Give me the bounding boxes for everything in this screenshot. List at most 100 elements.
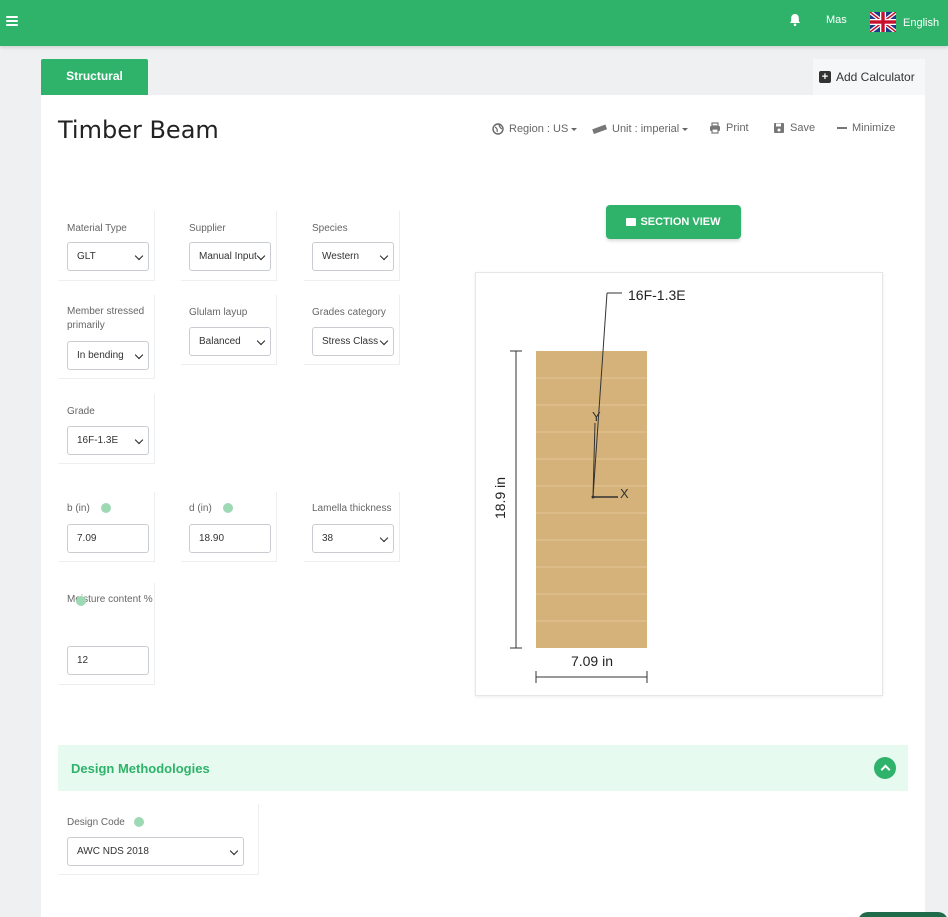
lamella-thickness-field: Lamella thickness 38	[304, 492, 400, 562]
design-code-value: AWC NDS 2018	[77, 846, 149, 857]
chevron-down-icon	[134, 435, 144, 445]
minimize-button[interactable]: Minimize	[837, 122, 895, 134]
add-calculator-button[interactable]: + Add Calculator	[813, 59, 925, 95]
material-type-label: Material Type	[67, 223, 127, 234]
member-stressed-label: Member stressed primarily	[67, 306, 145, 331]
supplier-label: Supplier	[189, 223, 226, 234]
moisture-content-field: Moisture content % 12	[59, 583, 155, 685]
chevron-down-icon	[134, 350, 144, 360]
chevron-down-icon	[256, 336, 266, 346]
glulam-layup-label: Glulam layup	[189, 307, 248, 318]
member-stressed-field: Member stressed primarily In bending	[59, 295, 155, 379]
grade-value: 16F-1.3E	[77, 435, 119, 446]
printer-icon	[710, 122, 720, 134]
info-icon[interactable]	[76, 596, 86, 606]
globe-icon	[492, 123, 504, 135]
b-field: b (in) 7.09	[59, 492, 155, 562]
design-methodologies-title: Design Methodologies	[71, 761, 210, 776]
design-methodologies-header[interactable]: Design Methodologies	[58, 745, 908, 791]
material-type-field: Material Type GLT	[59, 211, 155, 281]
species-select[interactable]: Western	[312, 242, 394, 271]
uk-flag-icon[interactable]	[870, 12, 896, 32]
chevron-down-icon	[379, 533, 389, 543]
grade-select[interactable]: 16F-1.3E	[67, 426, 149, 455]
add-calculator-label: Add Calculator	[836, 70, 915, 84]
glulam-layup-select[interactable]: Balanced	[189, 327, 271, 356]
supplier-select[interactable]: Manual Input	[189, 242, 271, 271]
tab-structural[interactable]: Structural	[41, 59, 148, 95]
print-button[interactable]: Print	[709, 122, 749, 134]
supplier-value: Manual Input	[199, 251, 257, 262]
save-button[interactable]: Save	[773, 122, 815, 134]
design-code-select[interactable]: AWC NDS 2018	[67, 837, 244, 866]
lamella-thickness-label: Lamella thickness	[312, 503, 392, 514]
chevron-down-icon	[134, 251, 144, 261]
lamella-thickness-value: 38	[322, 533, 334, 544]
print-label: Print	[726, 122, 749, 134]
chevron-down-icon	[229, 846, 239, 856]
section-view-panel: 16F-1.3E Y X 18.9 in 7.09 in	[475, 272, 883, 696]
d-field: d (in) 18.90	[181, 492, 277, 562]
chevron-down-icon	[256, 251, 266, 261]
d-label: d (in)	[189, 503, 212, 514]
top-navbar: Mas English	[0, 0, 948, 46]
minimize-label: Minimize	[852, 122, 896, 134]
material-type-value: GLT	[77, 251, 96, 262]
info-icon[interactable]	[101, 503, 111, 513]
height-dimension-label: 18.9 in	[492, 477, 508, 519]
width-dimension-label: 7.09 in	[571, 653, 613, 669]
bell-icon[interactable]	[787, 12, 803, 28]
minus-icon	[837, 127, 847, 129]
grades-category-select[interactable]: Stress Class	[312, 327, 394, 356]
design-code-field: Design Code AWC NDS 2018	[59, 804, 259, 875]
d-value: 18.90	[199, 533, 225, 544]
beam-cross-section	[536, 351, 647, 648]
user-name[interactable]: Mas	[826, 14, 847, 26]
chat-widget-tab[interactable]	[858, 912, 948, 917]
section-drawing: 16F-1.3E Y X 18.9 in 7.09 in	[492, 287, 686, 683]
ruler-icon	[592, 124, 607, 134]
origin-point	[591, 495, 595, 499]
region-dropdown[interactable]: Region : US	[492, 123, 578, 135]
floppy-disk-icon	[774, 123, 784, 133]
section-view-label: SECTION VIEW	[640, 216, 721, 228]
b-value: 7.09	[77, 533, 97, 544]
grade-label: Grade	[67, 406, 95, 417]
chevron-down-icon	[379, 251, 389, 261]
page-title: Timber Beam	[58, 116, 219, 144]
chevron-down-icon	[379, 336, 389, 346]
grades-category-field: Grades category Stress Class	[304, 295, 400, 365]
info-icon[interactable]	[223, 503, 233, 513]
grades-category-label: Grades category	[312, 307, 386, 318]
grades-category-value: Stress Class	[322, 336, 379, 347]
glulam-layup-value: Balanced	[199, 336, 241, 347]
species-label: Species	[312, 223, 348, 234]
d-input[interactable]: 18.90	[189, 524, 271, 553]
menu-icon[interactable]	[6, 16, 18, 28]
glulam-layup-field: Glulam layup Balanced	[181, 295, 277, 365]
lamella-thickness-select[interactable]: 38	[312, 524, 394, 553]
grade-field: Grade 16F-1.3E	[59, 394, 155, 464]
b-label: b (in)	[67, 503, 90, 514]
unit-dropdown[interactable]: Unit : imperial	[592, 123, 689, 135]
section-icon	[626, 218, 637, 226]
section-view-button[interactable]: SECTION VIEW	[606, 205, 741, 239]
material-type-select[interactable]: GLT	[67, 242, 149, 271]
moisture-content-input[interactable]: 12	[67, 646, 149, 675]
plus-icon: +	[819, 71, 831, 83]
info-icon[interactable]	[134, 817, 144, 827]
member-stressed-select[interactable]: In bending	[67, 341, 149, 370]
moisture-content-value: 12	[77, 655, 89, 666]
x-axis-label: X	[620, 486, 629, 501]
language-selector[interactable]: English	[903, 17, 939, 29]
b-input[interactable]: 7.09	[67, 524, 149, 553]
region-label: Region : US	[509, 123, 569, 135]
save-label: Save	[790, 122, 816, 134]
supplier-field: Supplier Manual Input	[181, 211, 277, 281]
species-field: Species Western	[304, 211, 400, 281]
unit-label: Unit : imperial	[612, 123, 680, 135]
member-stressed-value: In bending	[77, 350, 124, 361]
y-axis-label: Y	[592, 409, 601, 424]
design-code-label: Design Code	[67, 817, 125, 828]
chevron-up-icon[interactable]	[874, 757, 896, 779]
